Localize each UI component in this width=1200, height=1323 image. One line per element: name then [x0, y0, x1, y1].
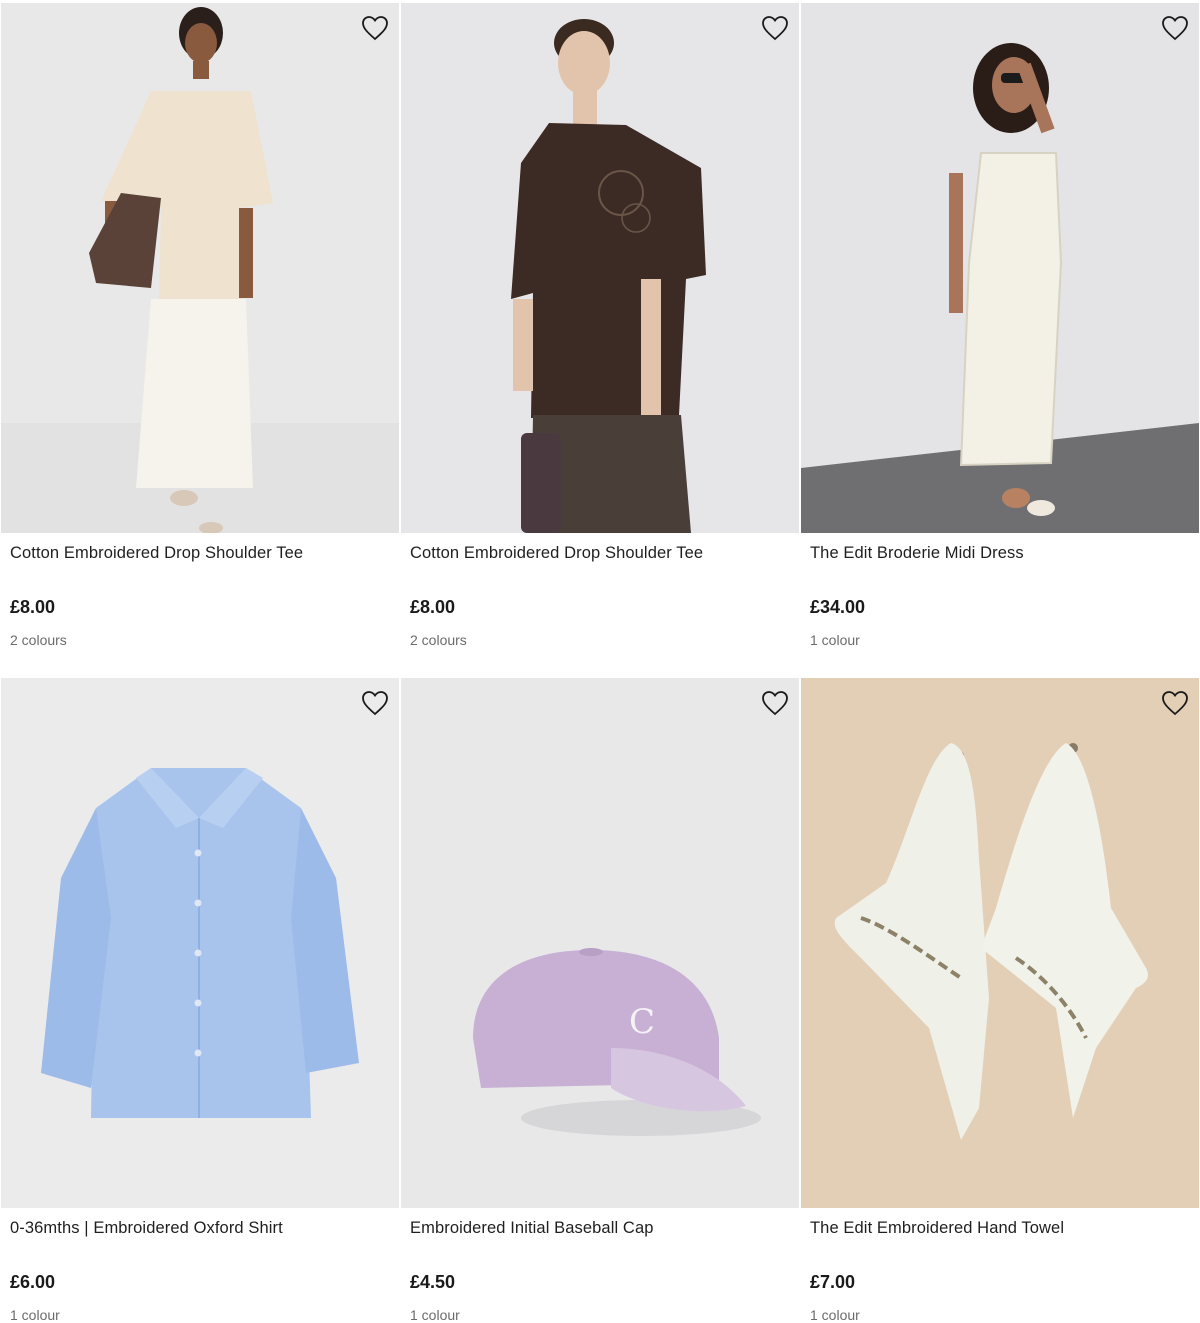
- product-image[interactable]: [801, 3, 1199, 533]
- product-price: £34.00: [810, 597, 866, 617]
- product-price: £6.00: [10, 1272, 56, 1292]
- product-title[interactable]: Embroidered Initial Baseball Cap: [410, 1219, 654, 1238]
- product-image[interactable]: [1, 678, 399, 1208]
- product-price: £7.00: [810, 1272, 856, 1292]
- wishlist-button[interactable]: [1161, 15, 1189, 41]
- wishlist-button[interactable]: [761, 15, 789, 41]
- lilac-baseball-cap-image: [401, 678, 799, 1208]
- product-image[interactable]: C: [401, 678, 799, 1208]
- product-price: £8.00: [10, 597, 56, 617]
- product-colour-count: 2 colours: [410, 632, 467, 648]
- product-colour-count: 2 colours: [10, 632, 67, 648]
- product-colour-count: 1 colour: [810, 1307, 860, 1323]
- product-card[interactable]: Cotton Embroidered Drop Shoulder Tee £8.…: [1, 3, 399, 648]
- product-image[interactable]: [401, 3, 799, 533]
- product-grid: Cotton Embroidered Drop Shoulder Tee £8.…: [0, 0, 1200, 1323]
- heart-outline-icon: [362, 691, 388, 716]
- product-image[interactable]: [1, 3, 399, 533]
- heart-outline-icon: [762, 691, 788, 716]
- product-card[interactable]: C Embroidered Initial Baseball Cap £4.50…: [401, 678, 799, 1323]
- model-cream-tee-image: [1, 3, 399, 533]
- product-card[interactable]: Cotton Embroidered Drop Shoulder Tee £8.…: [401, 3, 799, 648]
- product-colour-count: 1 colour: [10, 1307, 60, 1323]
- blue-oxford-shirt-image: [1, 678, 399, 1208]
- model-brown-tee-image: [401, 3, 799, 533]
- heart-outline-icon: [1162, 16, 1188, 41]
- product-title[interactable]: Cotton Embroidered Drop Shoulder Tee: [410, 544, 703, 563]
- product-title[interactable]: The Edit Embroidered Hand Towel: [810, 1219, 1064, 1238]
- heart-outline-icon: [362, 16, 388, 41]
- white-hand-towels-image: [801, 678, 1199, 1208]
- product-colour-count: 1 colour: [810, 632, 860, 648]
- product-title[interactable]: 0-36mths | Embroidered Oxford Shirt: [10, 1219, 283, 1238]
- product-card[interactable]: The Edit Embroidered Hand Towel £7.00 1 …: [801, 678, 1199, 1323]
- wishlist-button[interactable]: [1161, 690, 1189, 716]
- model-white-dress-image: [801, 3, 1199, 533]
- heart-outline-icon: [1162, 691, 1188, 716]
- wishlist-button[interactable]: [361, 690, 389, 716]
- cap-initial-letter: C: [629, 1002, 656, 1042]
- heart-outline-icon: [762, 16, 788, 41]
- product-price: £4.50: [410, 1272, 456, 1292]
- product-card[interactable]: 0-36mths | Embroidered Oxford Shirt £6.0…: [1, 678, 399, 1323]
- product-card[interactable]: The Edit Broderie Midi Dress £34.00 1 co…: [801, 3, 1199, 648]
- wishlist-button[interactable]: [761, 690, 789, 716]
- product-title[interactable]: Cotton Embroidered Drop Shoulder Tee: [10, 544, 303, 563]
- product-image[interactable]: [801, 678, 1199, 1208]
- product-price: £8.00: [410, 597, 456, 617]
- product-title[interactable]: The Edit Broderie Midi Dress: [810, 544, 1024, 563]
- product-colour-count: 1 colour: [410, 1307, 460, 1323]
- wishlist-button[interactable]: [361, 15, 389, 41]
